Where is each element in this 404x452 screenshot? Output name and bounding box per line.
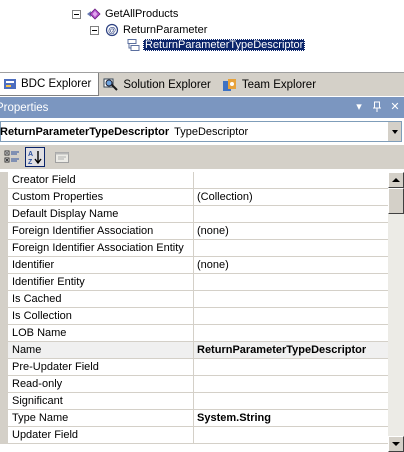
property-value[interactable]: [194, 427, 388, 444]
property-name: Read-only: [8, 376, 194, 393]
property-value[interactable]: [194, 376, 388, 393]
tab-label: Team Explorer: [241, 79, 317, 91]
tree-item-returnparameter[interactable]: @ ReturnParameter: [90, 22, 207, 38]
property-row-foreign-identifier-association[interactable]: Foreign Identifier Association (none): [0, 223, 388, 240]
property-row-read-only[interactable]: Read-only: [0, 376, 388, 393]
property-pages-button[interactable]: [52, 147, 72, 167]
property-name: Default Display Name: [8, 206, 194, 223]
property-row-identifier-entity[interactable]: Identifier Entity: [0, 274, 388, 291]
svg-text:A: A: [28, 151, 33, 158]
type-descriptor-icon: [126, 38, 140, 52]
chevron-down-icon[interactable]: [387, 122, 401, 141]
property-value[interactable]: (none): [194, 223, 388, 240]
alphabetical-button[interactable]: A Z: [25, 147, 45, 167]
property-row-pre-updater-field[interactable]: Pre-Updater Field: [0, 359, 388, 376]
property-value[interactable]: [194, 308, 388, 325]
tab-solution-explorer[interactable]: Solution Explorer: [99, 74, 218, 96]
property-row-identifier[interactable]: Identifier (none): [0, 257, 388, 274]
property-name: Identifier: [8, 257, 194, 274]
property-name: Foreign Identifier Association: [8, 223, 194, 240]
window-position-icon[interactable]: ▾: [352, 99, 366, 115]
property-row-significant[interactable]: Significant: [0, 393, 388, 410]
tree-item-returnparametertypedescriptor[interactable]: ReturnParameterTypeDescriptor: [126, 37, 306, 53]
tab-label: Solution Explorer: [123, 79, 211, 91]
property-row-is-cached[interactable]: Is Cached: [0, 291, 388, 308]
categorized-button[interactable]: [2, 147, 22, 167]
property-name: Significant: [8, 393, 194, 410]
object-selector[interactable]: ReturnParameterTypeDescriptor TypeDescri…: [0, 121, 402, 142]
property-value[interactable]: [194, 240, 388, 257]
collapse-icon[interactable]: [72, 9, 81, 19]
property-row-custom-properties[interactable]: Custom Properties (Collection): [0, 189, 388, 206]
property-value[interactable]: [194, 274, 388, 291]
property-row-lob-name[interactable]: LOB Name: [0, 325, 388, 342]
property-row-default-display-name[interactable]: Default Display Name: [0, 206, 388, 223]
property-value[interactable]: [194, 172, 388, 189]
solution-explorer-icon: [103, 78, 119, 92]
property-value[interactable]: ReturnParameterTypeDescriptor: [194, 342, 388, 359]
scroll-up-icon[interactable]: [388, 172, 404, 188]
property-pages-icon: [55, 152, 69, 163]
auto-hide-pin-icon[interactable]: [370, 99, 384, 115]
property-name: LOB Name: [8, 325, 194, 342]
property-row-name[interactable]: Name ReturnParameterTypeDescriptor: [0, 342, 388, 359]
close-icon[interactable]: ✕: [388, 99, 402, 115]
svg-text:Z: Z: [28, 159, 33, 165]
svg-text:@: @: [108, 26, 116, 35]
properties-toolbar: A Z: [0, 145, 404, 169]
categorized-icon: [4, 150, 19, 163]
tree-item-getallproducts[interactable]: GetAllProducts: [72, 6, 178, 22]
scrollbar-thumb[interactable]: [388, 188, 404, 214]
property-name: Name: [8, 342, 194, 359]
property-value[interactable]: [194, 325, 388, 342]
property-name: Is Cached: [8, 291, 194, 308]
property-name: Identifier Entity: [8, 274, 194, 291]
bdc-explorer-icon: [3, 77, 17, 91]
property-grid: Creator Field Custom Properties (Collect…: [0, 172, 388, 452]
tree-item-label: ReturnParameterTypeDescriptor: [143, 39, 306, 51]
property-name: Updater Field: [8, 427, 194, 444]
property-value[interactable]: [194, 291, 388, 308]
property-grid-scrollbar[interactable]: [388, 172, 404, 452]
properties-titlebar: Properties ▾ ✕: [0, 97, 404, 118]
property-value[interactable]: (Collection): [194, 189, 388, 206]
tree-item-label: ReturnParameter: [123, 24, 208, 36]
property-name: Pre-Updater Field: [8, 359, 194, 376]
property-row-foreign-identifier-association-entity[interactable]: Foreign Identifier Association Entity: [0, 240, 388, 257]
property-name: Creator Field: [8, 172, 194, 189]
collapse-icon[interactable]: [90, 25, 99, 35]
tree-item-label: GetAllProducts: [105, 8, 179, 20]
tab-label: BDC Explorer: [21, 78, 92, 90]
property-row-is-collection[interactable]: Is Collection: [0, 308, 388, 325]
property-value[interactable]: [194, 393, 388, 410]
panel-title: Properties: [0, 101, 49, 114]
bdc-tree: GetAllProducts @ ReturnParameter ReturnP…: [0, 0, 404, 72]
property-name: Foreign Identifier Association Entity: [8, 240, 194, 257]
property-name: Is Collection: [8, 308, 194, 325]
property-value[interactable]: (none): [194, 257, 388, 274]
method-icon: [86, 7, 102, 21]
property-row-creator-field[interactable]: Creator Field: [0, 172, 388, 189]
object-name: ReturnParameterTypeDescriptor: [0, 125, 170, 138]
tool-window-tabs: BDC Explorer Solution Explorer Team Expl…: [0, 72, 404, 96]
tab-team-explorer[interactable]: Team Explorer: [218, 74, 323, 96]
scroll-down-icon[interactable]: [388, 436, 404, 452]
property-name: Custom Properties: [8, 189, 194, 206]
property-name: Type Name: [8, 410, 194, 427]
property-value[interactable]: [194, 206, 388, 223]
alphabetical-icon: A Z: [28, 151, 42, 165]
tab-bdc-explorer[interactable]: BDC Explorer: [0, 73, 100, 96]
property-row-updater-field[interactable]: Updater Field: [0, 427, 388, 444]
parameter-icon: @: [104, 23, 120, 37]
property-value[interactable]: System.String: [194, 410, 388, 427]
object-type: TypeDescriptor: [174, 125, 249, 138]
team-explorer-icon: [222, 78, 238, 92]
property-value[interactable]: [194, 359, 388, 376]
property-row-type-name[interactable]: Type Name System.String: [0, 410, 388, 427]
